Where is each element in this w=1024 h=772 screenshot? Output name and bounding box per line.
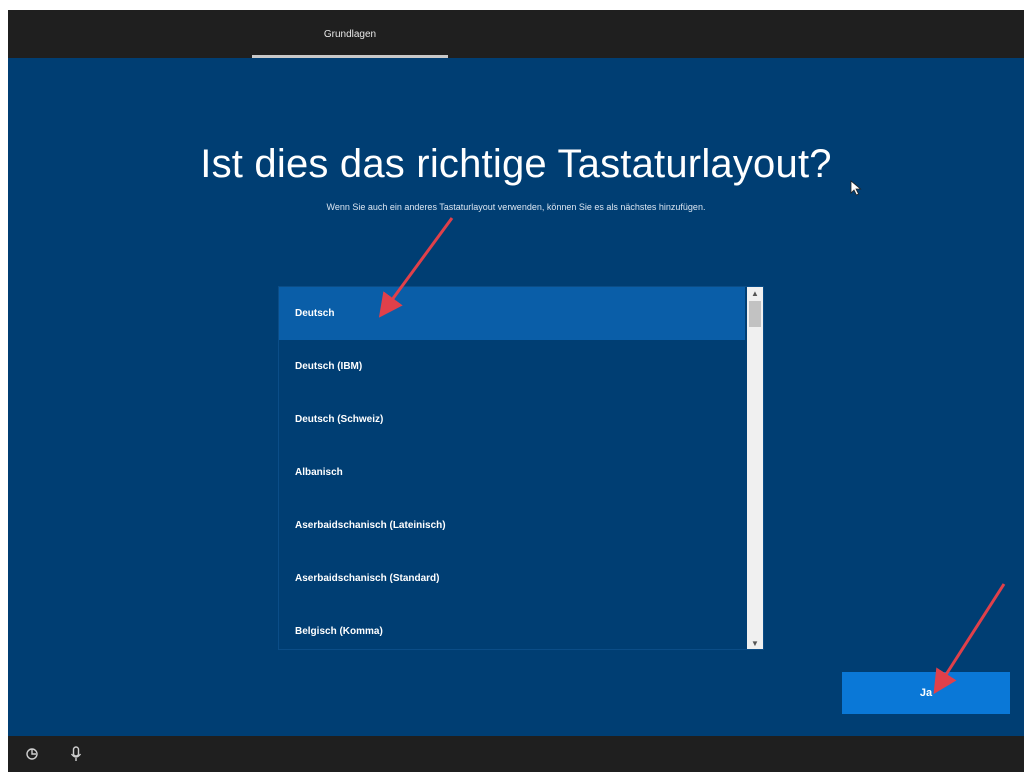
list-item-deutsch[interactable]: Deutsch — [279, 287, 745, 340]
mouse-cursor-icon — [850, 180, 862, 196]
list-item-aserbaidschanisch-standard[interactable]: Aserbaidschanisch (Standard) — [279, 552, 745, 605]
list-item-label: Belgisch (Komma) — [295, 626, 383, 637]
list-item-label: Deutsch (IBM) — [295, 361, 363, 372]
list-item-deutsch-schweiz[interactable]: Deutsch (Schweiz) — [279, 393, 745, 446]
keyboard-layout-list[interactable]: Deutsch Deutsch (IBM) Deutsch (Schweiz) … — [278, 286, 764, 650]
scroll-down-arrow-icon[interactable]: ▼ — [747, 637, 763, 649]
list-item-belgisch-komma[interactable]: Belgisch (Komma) — [279, 605, 745, 649]
list-item-label: Albanisch — [295, 467, 343, 478]
oobe-window: Grundlagen Ist dies das richtige Tastatu… — [8, 10, 1024, 772]
page-title: Ist dies das richtige Tastaturlayout? — [200, 142, 832, 186]
bottom-bar — [8, 736, 1024, 772]
list-item-albanisch[interactable]: Albanisch — [279, 446, 745, 499]
yes-button[interactable]: Ja — [842, 672, 1010, 714]
list-item-label: Deutsch — [295, 308, 335, 319]
list-item-deutsch-ibm[interactable]: Deutsch (IBM) — [279, 340, 745, 393]
accessibility-icon[interactable] — [22, 744, 42, 764]
tab-label: Grundlagen — [323, 28, 377, 40]
keyboard-layout-items: Deutsch Deutsch (IBM) Deutsch (Schweiz) … — [279, 287, 745, 649]
list-item-label: Aserbaidschanisch (Standard) — [295, 573, 440, 584]
list-item-aserbaidschanisch-lateinisch[interactable]: Aserbaidschanisch (Lateinisch) — [279, 499, 745, 552]
tab-grundlagen: Grundlagen — [252, 10, 448, 58]
list-item-label: Deutsch (Schweiz) — [295, 414, 384, 425]
microphone-icon[interactable] — [66, 744, 86, 764]
top-bar: Grundlagen — [8, 10, 1024, 58]
page-subtitle: Wenn Sie auch ein anderes Tastaturlayout… — [326, 202, 706, 212]
list-item-label: Aserbaidschanisch (Lateinisch) — [295, 520, 446, 531]
list-scrollbar[interactable]: ▲ ▼ — [747, 287, 763, 649]
scrollbar-thumb[interactable] — [749, 301, 761, 327]
scroll-up-arrow-icon[interactable]: ▲ — [747, 287, 763, 299]
tab-active-indicator — [252, 55, 448, 58]
